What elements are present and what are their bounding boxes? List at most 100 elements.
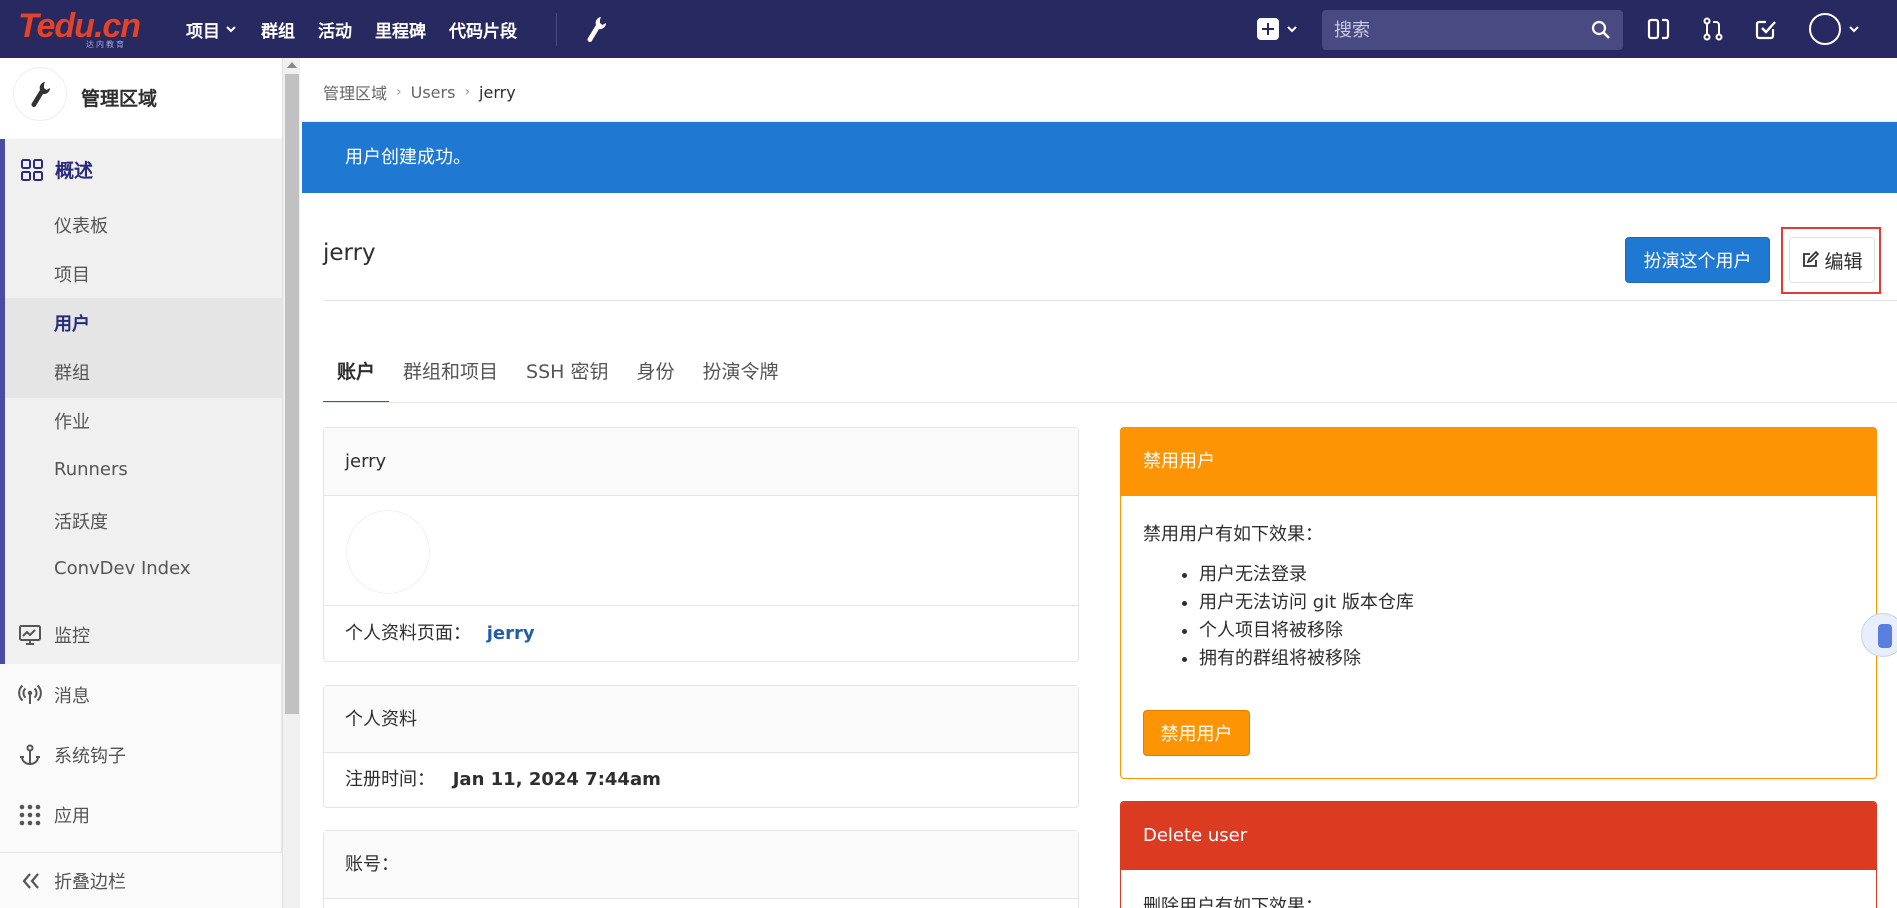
floating-assistant-widget[interactable] bbox=[1861, 613, 1897, 657]
tab-impersonation-tokens[interactable]: 扮演令牌 bbox=[689, 345, 793, 403]
sidebar-item-projects[interactable]: 项目 bbox=[54, 261, 90, 287]
wrench-icon bbox=[31, 82, 51, 107]
sidebar-item-monitoring[interactable]: 监控 bbox=[18, 622, 90, 648]
sidebar-overview-section bbox=[0, 139, 282, 664]
todo-icon[interactable] bbox=[1753, 16, 1779, 42]
nav-milestones[interactable]: 里程碑 bbox=[375, 17, 426, 42]
sidebar-item-runners[interactable]: Runners bbox=[54, 459, 128, 480]
profile-page-label: 个人资料页面： bbox=[345, 623, 471, 644]
chevron-down-icon bbox=[1287, 26, 1297, 33]
anchor-icon bbox=[20, 744, 40, 765]
avatar bbox=[1809, 13, 1841, 45]
nav-projects-dropdown[interactable]: 项目 bbox=[186, 17, 238, 42]
search-box bbox=[1322, 10, 1623, 50]
tabs-divider bbox=[323, 402, 1897, 403]
sidebar-item-convdev-index[interactable]: ConvDev Index bbox=[54, 558, 191, 579]
user-avatar bbox=[346, 510, 430, 594]
sidebar-messages-label: 消息 bbox=[54, 686, 90, 707]
block-user-header: 禁用用户 bbox=[1121, 428, 1876, 496]
sidebar-item-applications[interactable]: 应用 bbox=[18, 802, 90, 828]
sidebar-hooks-label: 系统钩子 bbox=[54, 746, 126, 767]
sidebar-header[interactable]: 管理区域 bbox=[0, 58, 282, 138]
account-card: 账号： bbox=[323, 830, 1079, 908]
search-input[interactable] bbox=[1334, 10, 1584, 50]
sidebar-monitoring-label: 监控 bbox=[54, 626, 90, 647]
tab-account[interactable]: 账户 bbox=[323, 345, 390, 403]
monitor-icon bbox=[19, 625, 41, 645]
grid-icon bbox=[21, 158, 43, 181]
top-navbar: Tedu.cn 达内教育 项目 群组 活动 里程碑 代码片段 bbox=[0, 0, 1897, 58]
tab-ssh-keys[interactable]: SSH 密钥 bbox=[512, 345, 622, 403]
delete-user-intro: 删除用户有如下效果： bbox=[1143, 896, 1323, 908]
edit-icon bbox=[1803, 251, 1820, 267]
sidebar-item-activity[interactable]: 活跃度 bbox=[54, 508, 108, 534]
tab-groups-projects[interactable]: 群组和项目 bbox=[389, 345, 512, 403]
nav-activity[interactable]: 活动 bbox=[318, 17, 352, 42]
sidebar-item-overview[interactable]: 概述 bbox=[20, 156, 93, 183]
chevron-down-icon bbox=[226, 26, 236, 33]
sidebar-title: 管理区域 bbox=[81, 88, 158, 110]
sidebar-scrollbar[interactable] bbox=[282, 58, 300, 908]
scroll-up-arrow-icon[interactable] bbox=[287, 62, 297, 68]
admin-badge bbox=[14, 68, 66, 120]
sidebar-item-system-hooks[interactable]: 系统钩子 bbox=[18, 742, 126, 768]
flash-notice: 用户创建成功。 bbox=[302, 122, 1897, 193]
block-user-button[interactable]: 禁用用户 bbox=[1143, 710, 1250, 756]
block-user-panel: 禁用用户 禁用用户有如下效果： 用户无法登录 用户无法访问 git 版本仓库 个… bbox=[1120, 427, 1877, 779]
sidebar-item-messages[interactable]: 消息 bbox=[18, 682, 90, 708]
profile-page-row: 个人资料页面： jerry bbox=[324, 606, 535, 662]
breadcrumb-separator-icon: › bbox=[396, 84, 402, 100]
chevron-down-icon bbox=[1849, 26, 1859, 33]
collapse-sidebar-button[interactable]: 折叠边栏 bbox=[0, 852, 282, 908]
nav-projects-label: 项目 bbox=[186, 21, 220, 42]
merge-request-icon[interactable] bbox=[1700, 16, 1726, 42]
impersonate-button[interactable]: 扮演这个用户 bbox=[1625, 237, 1770, 283]
sidebar-item-users[interactable]: 用户 bbox=[54, 310, 90, 336]
breadcrumb-users[interactable]: Users bbox=[411, 83, 456, 102]
registered-label: 注册时间： bbox=[345, 769, 435, 790]
user-tabs: 账户 群组和项目 SSH 密钥 身份 扮演令牌 bbox=[323, 345, 793, 403]
nav-divider bbox=[556, 13, 557, 46]
title-divider bbox=[323, 300, 1897, 301]
breadcrumb-current[interactable]: jerry bbox=[479, 83, 516, 102]
page-title: jerry bbox=[323, 240, 376, 266]
plus-icon bbox=[1257, 18, 1279, 40]
collapse-sidebar-label: 折叠边栏 bbox=[54, 871, 126, 893]
logo[interactable]: Tedu.cn 达内教育 bbox=[18, 6, 144, 49]
assistant-icon bbox=[1878, 624, 1892, 648]
user-info-card: jerry 个人资料页面： jerry bbox=[323, 427, 1079, 662]
list-item: 用户无法访问 git 版本仓库 bbox=[1199, 589, 1414, 617]
edit-button[interactable]: 编辑 bbox=[1789, 237, 1875, 283]
new-item-dropdown[interactable] bbox=[1257, 17, 1301, 41]
apps-grid-icon bbox=[19, 804, 41, 826]
registered-value: Jan 11, 2024 7:44am bbox=[452, 769, 661, 790]
user-avatar-menu[interactable] bbox=[1809, 13, 1867, 45]
scrollbar-thumb[interactable] bbox=[285, 74, 299, 714]
sidebar: 管理区域 概述 仪表板 项目 用户 群组 作业 Runners 活跃度 Conv… bbox=[0, 58, 282, 908]
sidebar-item-jobs[interactable]: 作业 bbox=[54, 408, 90, 434]
block-user-intro: 禁用用户有如下效果： bbox=[1143, 524, 1323, 545]
breadcrumb: 管理区域 › Users › jerry bbox=[323, 80, 516, 104]
nav-snippets[interactable]: 代码片段 bbox=[449, 17, 517, 42]
admin-wrench-icon[interactable] bbox=[583, 14, 609, 44]
logo-subtitle: 达内教育 bbox=[86, 40, 126, 49]
delete-user-header: Delete user bbox=[1121, 802, 1876, 870]
breadcrumb-admin[interactable]: 管理区域 bbox=[323, 80, 387, 104]
delete-user-panel: Delete user 删除用户有如下效果： bbox=[1120, 801, 1877, 908]
broadcast-icon bbox=[18, 684, 42, 704]
profile-card-header: 个人资料 bbox=[324, 686, 1078, 753]
list-item: 个人项目将被移除 bbox=[1199, 617, 1414, 645]
sidebar-hover-highlight bbox=[5, 298, 282, 398]
registered-row: 注册时间： Jan 11, 2024 7:44am bbox=[324, 753, 1078, 807]
sidebar-overview-label: 概述 bbox=[55, 160, 94, 182]
search-icon[interactable] bbox=[1591, 20, 1611, 40]
sidebar-item-groups[interactable]: 群组 bbox=[54, 359, 90, 385]
nav-groups[interactable]: 群组 bbox=[261, 17, 295, 42]
tab-identities[interactable]: 身份 bbox=[622, 345, 688, 403]
profile-page-link[interactable]: jerry bbox=[487, 623, 535, 644]
list-item: 拥有的群组将被移除 bbox=[1199, 645, 1414, 673]
sidebar-item-dashboard[interactable]: 仪表板 bbox=[54, 212, 108, 238]
account-card-header: 账号： bbox=[324, 831, 1078, 899]
block-user-effects: 用户无法登录 用户无法访问 git 版本仓库 个人项目将被移除 拥有的群组将被移… bbox=[1199, 561, 1414, 673]
issues-icon[interactable] bbox=[1646, 16, 1672, 42]
